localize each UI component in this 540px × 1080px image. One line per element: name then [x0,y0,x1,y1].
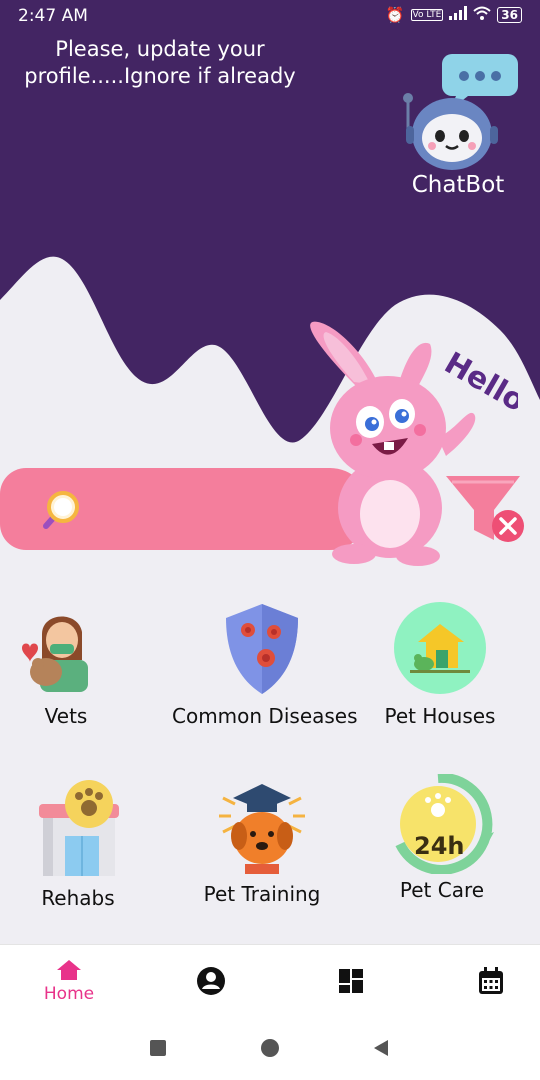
battery-icon: 36 [497,7,522,23]
category-pet-training[interactable]: Pet Training [172,778,352,906]
vet-icon [22,616,88,692]
chatbot-label: ChatBot [411,172,505,198]
shield-virus-icon [226,604,298,694]
category-common-diseases[interactable]: Common Diseases [172,600,358,728]
wifi-icon [473,6,491,24]
alarm-icon: ⏰ [385,6,405,24]
status-time: 2:47 AM [18,6,88,26]
nav-home[interactable]: Home [24,945,114,1017]
category-label: Pet Care [399,878,485,902]
account-circle-icon [197,967,225,995]
home-icon [57,960,81,980]
volte-icon: Vo LTE [410,9,444,21]
filter-icon [446,476,524,542]
chatbot-icon [403,54,518,170]
chatbot-button[interactable]: ChatBot [396,52,520,202]
hello-text: Hello [438,346,518,420]
bottom-navigation: Home [0,944,540,1017]
category-label: Vets [44,704,88,728]
nav-dashboard[interactable] [306,945,396,1017]
status-icons: ⏰ Vo LTE 36 [386,6,522,24]
recent-apps-icon[interactable] [150,1040,166,1056]
category-label: Rehabs [41,886,115,910]
calendar-icon [479,967,503,994]
update-profile-message[interactable]: Please, update your profile.....Ignore i… [10,36,310,90]
graduate-dog-icon [219,784,305,874]
nav-calendar[interactable] [446,945,536,1017]
filter-clear-button[interactable] [442,472,528,552]
category-rehabs[interactable]: Rehabs [0,778,168,910]
signal-icon [449,6,468,24]
category-pet-houses[interactable]: Pet Houses [350,600,530,728]
search-icon [43,491,79,529]
rehab-building-icon [39,780,119,876]
pet-house-icon [394,602,486,694]
nav-profile[interactable] [166,945,256,1017]
category-label: Pet Houses [384,704,496,728]
category-pet-care[interactable]: 24h Pet Care [352,772,532,902]
nav-home-label: Home [43,984,95,1004]
pet-care-24h-badge: 24h [414,832,464,860]
dashboard-icon [339,969,363,993]
system-navigation-bar [0,1016,540,1080]
back-triangle-icon[interactable] [372,1038,390,1058]
home-circle-icon[interactable] [261,1039,279,1057]
category-label: Pet Training [203,882,321,906]
category-label: Common Diseases [172,704,358,728]
category-vets[interactable]: Vets [0,600,156,728]
pet-care-24h-icon: 24h [395,772,494,875]
status-bar: 2:47 AM ⏰ Vo LTE 36 [0,0,540,34]
